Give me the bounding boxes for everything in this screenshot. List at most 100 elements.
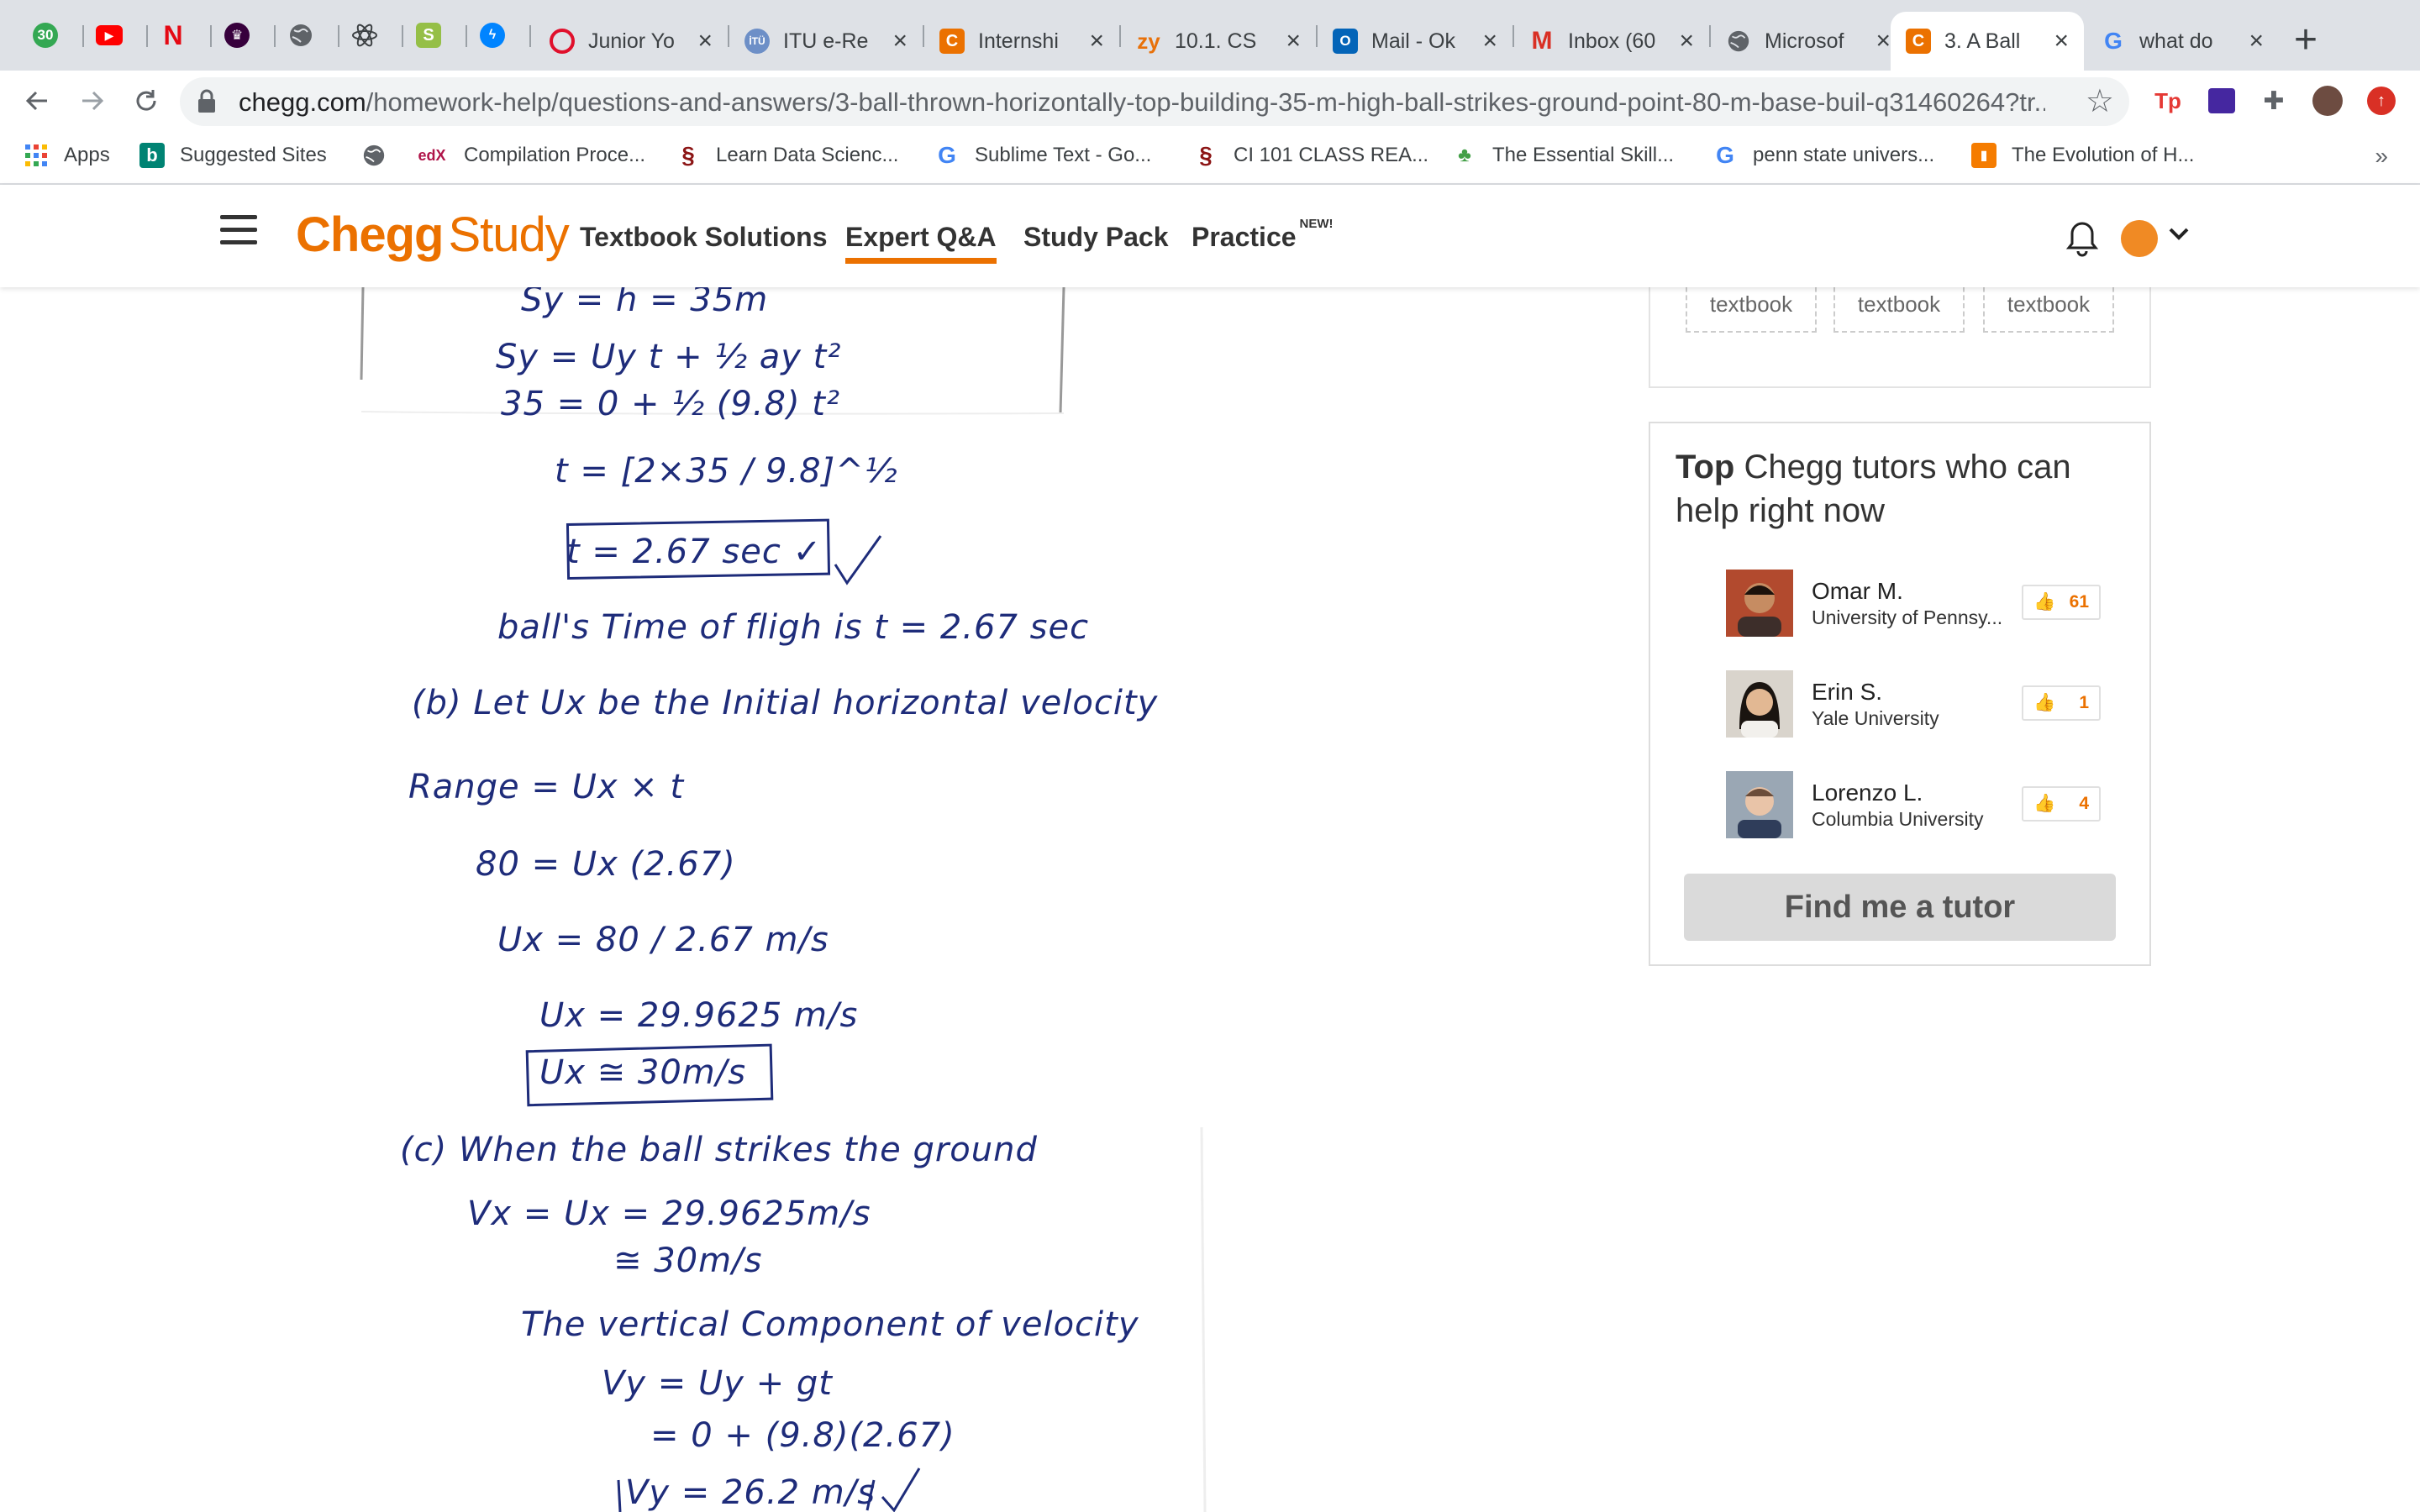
- profile-avatar: [2312, 86, 2343, 116]
- close-tab-icon[interactable]: ×: [1876, 29, 1891, 54]
- tutor-row[interactable]: Omar M. University of Pennsy... 👍 61: [1726, 570, 2121, 637]
- nav-textbook-solutions[interactable]: Textbook Solutions: [580, 222, 828, 253]
- zybooks-icon: zy: [1137, 28, 1160, 54]
- profile-button[interactable]: [2311, 84, 2344, 118]
- calendar-badge-icon: 30: [33, 23, 58, 48]
- close-tab-icon[interactable]: ×: [2249, 29, 2264, 54]
- tab-title: ITU e-Re: [783, 29, 869, 53]
- bookmarks-bar: Apps b Suggested Sites edX Compilation P…: [0, 131, 2420, 185]
- tab-7-active[interactable]: C 3. A Ball ×: [1891, 12, 2084, 71]
- hamburger-menu-icon[interactable]: [220, 215, 257, 253]
- forward-button[interactable]: [74, 82, 111, 119]
- google-icon: G: [2104, 28, 2123, 54]
- close-tab-icon[interactable]: ×: [697, 29, 713, 54]
- arrow-left-icon: [25, 91, 47, 111]
- thumbs-up-icon: 👍: [2033, 592, 2056, 612]
- solution-line: Sy = h = 35m: [521, 287, 768, 319]
- bookmark-apps[interactable]: Apps: [24, 143, 110, 168]
- close-tab-icon[interactable]: ×: [892, 29, 908, 54]
- solution-line: The vertical Component of velocity: [521, 1305, 1139, 1344]
- tab-5[interactable]: M Inbox (60 ×: [1514, 12, 1709, 71]
- nav-study-pack[interactable]: Study Pack: [1023, 222, 1169, 253]
- gmail-icon: M: [1531, 27, 1553, 55]
- solution-line: 35 = 0 + ½ (9.8) t²: [501, 385, 840, 423]
- bell-icon[interactable]: [2065, 220, 2099, 257]
- bookmarks-overflow-button[interactable]: »: [2375, 143, 2388, 170]
- tutors-heading: Top Chegg tutors who can help right now: [1676, 449, 2071, 529]
- tutor-photo: [1726, 670, 1793, 738]
- bookmark-compilation[interactable]: edX Compilation Proce...: [415, 143, 645, 168]
- find-tutor-button[interactable]: Find me a tutor: [1684, 874, 2116, 941]
- update-arrow-icon: ↑: [2367, 87, 2396, 115]
- tab-8[interactable]: G what do ×: [2086, 12, 2279, 71]
- new-tab-button[interactable]: +: [2294, 20, 2317, 60]
- reload-button[interactable]: [128, 82, 165, 119]
- solution-line: Ux = 29.9625 m/s: [539, 996, 858, 1035]
- tab-3[interactable]: zy 10.1. CS ×: [1121, 12, 1316, 71]
- new-badge: NEW!: [1299, 217, 1334, 231]
- close-tab-icon[interactable]: ×: [2054, 29, 2069, 54]
- stanford-icon: §: [681, 142, 695, 168]
- tab-1[interactable]: İTÜ ITU e-Re ×: [729, 12, 923, 71]
- user-avatar[interactable]: [2121, 220, 2158, 257]
- tutor-photo: [1726, 570, 1793, 637]
- chegg-study-logo[interactable]: Chegg Study: [296, 207, 570, 263]
- bookmark-penn-state[interactable]: G penn state univers...: [1712, 142, 1934, 168]
- nav-expert-qa[interactable]: Expert Q&A: [845, 222, 997, 264]
- bookmark-essential-skills[interactable]: ♣ The Essential Skill...: [1452, 143, 1674, 168]
- globe-icon: [363, 144, 385, 166]
- thumbs-up-icon: 👍: [2033, 693, 2056, 712]
- orange-doc-icon: ▮: [1971, 143, 1996, 168]
- pinned-tab-netflix[interactable]: N: [146, 15, 200, 55]
- globe-icon: [1728, 30, 1749, 52]
- pinned-tab-shopify[interactable]: S: [402, 15, 455, 55]
- google-icon: G: [938, 142, 956, 168]
- pinned-tab-calendar[interactable]: 30: [18, 15, 72, 55]
- back-button[interactable]: [18, 82, 55, 119]
- globe-icon: [290, 24, 312, 46]
- browser-tab-strip: 30 ▶ N ♛ S ϟ Junior Yo × İTÜ ITU e-Re × …: [0, 0, 2420, 71]
- top-tutors-card: Top Chegg tutors who can help right now …: [1649, 422, 2151, 966]
- bookmark-sublime-text[interactable]: G Sublime Text - Go...: [934, 142, 1151, 168]
- nav-practice[interactable]: Practice NEW!: [1192, 217, 1334, 253]
- leaf-icon: ♣: [1458, 144, 1471, 166]
- solution-line: Ux = 80 / 2.67 m/s: [497, 921, 829, 959]
- tab-title: Microsof: [1765, 29, 1844, 53]
- address-bar[interactable]: chegg.com/homework-help/questions-and-an…: [180, 77, 2129, 126]
- close-tab-icon[interactable]: ×: [1482, 29, 1497, 54]
- atom-icon: [352, 24, 377, 47]
- pinned-tab-youtube[interactable]: ▶: [82, 15, 136, 55]
- solution-line: (b) Let Ux be the Initial horizontal vel…: [412, 684, 1159, 722]
- chevron-down-icon[interactable]: [2168, 227, 2190, 242]
- close-tab-icon[interactable]: ×: [1286, 29, 1301, 54]
- bookmark-learn-data-science[interactable]: § Learn Data Scienc...: [676, 142, 898, 168]
- solution-line: Sy = Uy t + ½ ay t²: [496, 338, 841, 376]
- extension-cart[interactable]: [2205, 84, 2238, 118]
- tab-4[interactable]: O Mail - Ok ×: [1318, 12, 1512, 71]
- update-button[interactable]: ↑: [2365, 84, 2398, 118]
- pinned-tab-messenger[interactable]: ϟ: [466, 15, 519, 55]
- solution-line: (c) When the ball strikes the ground: [400, 1131, 1038, 1169]
- apps-grid-icon: [25, 144, 47, 166]
- bookmark-star-icon[interactable]: ☆: [2086, 82, 2114, 120]
- close-tab-icon[interactable]: ×: [1679, 29, 1694, 54]
- pinned-tab-atom[interactable]: [338, 15, 392, 55]
- bookmark-suggested-sites[interactable]: b Suggested Sites: [139, 143, 327, 168]
- extension-tp[interactable]: Tp: [2151, 84, 2185, 118]
- tab-title: 10.1. CS: [1175, 29, 1257, 53]
- bookmark-globe[interactable]: [361, 143, 387, 168]
- tutor-row[interactable]: Erin S. Yale University 👍 1: [1726, 670, 2121, 738]
- close-tab-icon[interactable]: ×: [1089, 29, 1104, 54]
- bookmark-evolution[interactable]: ▮ The Evolution of H...: [1971, 143, 2194, 168]
- bing-icon: b: [139, 143, 165, 168]
- bookmark-ci101[interactable]: § CI 101 CLASS REA...: [1193, 142, 1428, 168]
- lock-icon: [198, 89, 215, 113]
- extensions-button[interactable]: ✚: [2257, 84, 2291, 118]
- puzzle-icon: ✚: [2263, 87, 2285, 115]
- pinned-tab-premier-league[interactable]: ♛: [210, 15, 264, 55]
- tutor-row[interactable]: Lorenzo L. Columbia University 👍 4: [1726, 771, 2121, 838]
- tab-6[interactable]: Microsof ×: [1711, 12, 1906, 71]
- tab-0[interactable]: Junior Yo ×: [534, 12, 728, 71]
- tab-2[interactable]: C Internshi ×: [924, 12, 1119, 71]
- pinned-tab-globe[interactable]: [274, 15, 328, 55]
